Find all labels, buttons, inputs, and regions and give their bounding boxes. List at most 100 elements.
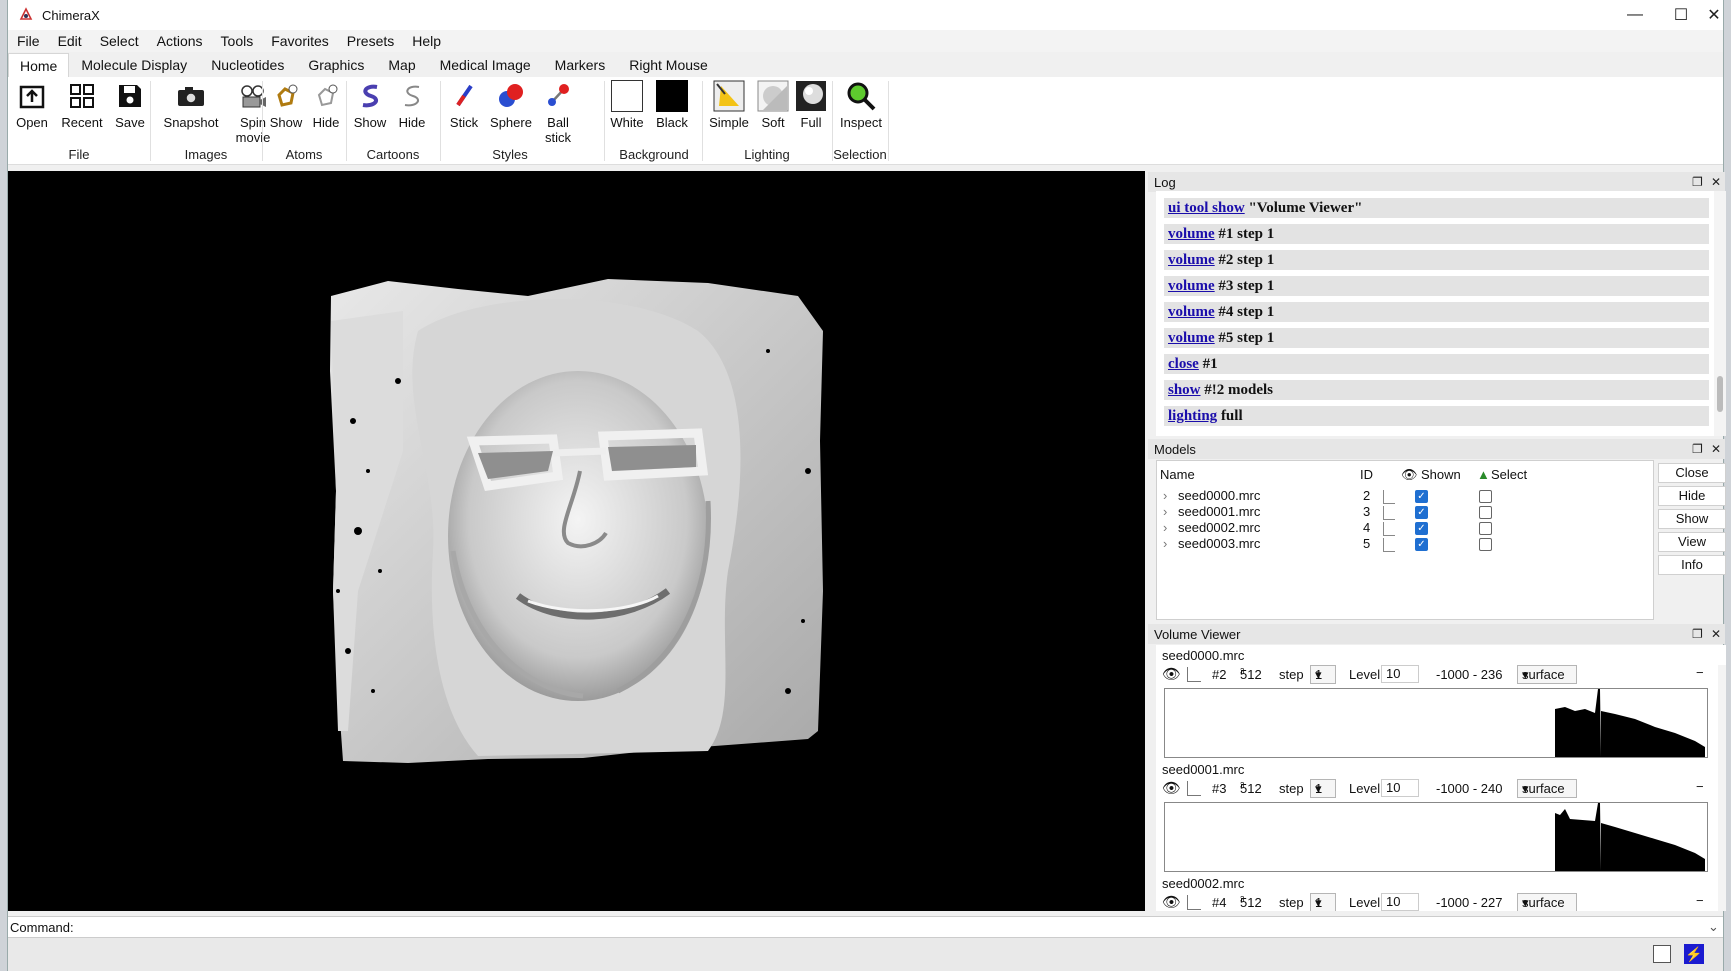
menu-tools[interactable]: Tools: [212, 33, 263, 49]
select-checkbox[interactable]: [1479, 490, 1492, 503]
style-dropdown[interactable]: surface ▾: [1517, 779, 1577, 798]
select-checkbox[interactable]: [1479, 522, 1492, 535]
volume-viewer-float-icon[interactable]: ❐: [1692, 627, 1703, 641]
color-swatch[interactable]: [1383, 522, 1395, 536]
tab-home[interactable]: Home: [8, 53, 70, 77]
log-scrollbar[interactable]: [1714, 191, 1726, 436]
menu-favorites[interactable]: Favorites: [262, 33, 338, 49]
tab-right-mouse[interactable]: Right Mouse: [617, 52, 720, 77]
minimize-button[interactable]: —: [1612, 0, 1658, 30]
atoms-hide-button[interactable]: Hide: [308, 79, 344, 130]
models-info-button[interactable]: Info: [1658, 555, 1726, 575]
tab-markers[interactable]: Markers: [543, 52, 618, 77]
sphere-button[interactable]: Sphere: [488, 79, 534, 130]
close-window-button[interactable]: ✕: [1704, 0, 1724, 30]
expand-chevron-icon[interactable]: ›: [1163, 504, 1167, 519]
color-swatch[interactable]: [1383, 506, 1395, 520]
color-swatch[interactable]: [1187, 895, 1201, 910]
models-view-button[interactable]: View: [1658, 532, 1726, 552]
background-black-button[interactable]: Black: [652, 79, 692, 130]
expand-chevron-icon[interactable]: ›: [1163, 520, 1167, 535]
shown-checkbox[interactable]: ✓: [1415, 506, 1428, 519]
shown-checkbox[interactable]: ✓: [1415, 538, 1428, 551]
tab-map[interactable]: Map: [376, 52, 427, 77]
log-command-link[interactable]: lighting: [1168, 408, 1217, 424]
volume-viewer-scrollbar[interactable]: [1718, 665, 1726, 911]
shown-checkbox[interactable]: ✓: [1415, 522, 1428, 535]
eye-icon[interactable]: 👁: [1162, 779, 1181, 797]
histogram[interactable]: [1164, 688, 1708, 758]
log-command-link[interactable]: volume: [1168, 330, 1215, 346]
graphics-lightning-icon[interactable]: ⚡: [1684, 944, 1704, 964]
command-history-chevron-icon[interactable]: ⌄: [1708, 919, 1719, 935]
menu-presets[interactable]: Presets: [338, 33, 403, 49]
command-input[interactable]: [74, 918, 1704, 936]
snapshot-button[interactable]: Snapshot: [158, 79, 224, 130]
maximize-button[interactable]: ☐: [1658, 0, 1704, 30]
collapse-icon[interactable]: −: [1696, 779, 1704, 794]
table-row[interactable]: › seed0001.mrc 3 ✓: [1157, 504, 1653, 521]
cartoons-show-button[interactable]: Show: [352, 79, 388, 130]
lighting-full-button[interactable]: Full: [794, 79, 828, 130]
tab-graphics[interactable]: Graphics: [296, 52, 376, 77]
menu-file[interactable]: File: [8, 33, 49, 49]
atoms-show-button[interactable]: Show: [268, 79, 304, 130]
tab-nucleotides[interactable]: Nucleotides: [199, 52, 296, 77]
select-checkbox[interactable]: [1479, 538, 1492, 551]
select-checkbox[interactable]: [1479, 506, 1492, 519]
level-input[interactable]: 10: [1381, 893, 1419, 911]
eye-icon[interactable]: 👁: [1162, 893, 1181, 911]
inspect-button[interactable]: Inspect: [838, 79, 884, 130]
log-command-link[interactable]: volume: [1168, 304, 1215, 320]
collapse-icon[interactable]: −: [1696, 893, 1704, 908]
log-float-icon[interactable]: ❐: [1692, 175, 1703, 189]
color-swatch[interactable]: [1383, 490, 1395, 504]
models-close-icon[interactable]: ✕: [1711, 442, 1721, 456]
open-button[interactable]: Open: [14, 79, 50, 130]
tab-medical-image[interactable]: Medical Image: [428, 52, 543, 77]
table-row[interactable]: › seed0002.mrc 4 ✓: [1157, 520, 1653, 537]
color-swatch[interactable]: [1187, 667, 1201, 682]
histogram[interactable]: [1164, 802, 1708, 872]
models-float-icon[interactable]: ❐: [1692, 442, 1703, 456]
log-close-icon[interactable]: ✕: [1711, 175, 1721, 189]
log-command-link[interactable]: close: [1168, 356, 1199, 372]
menu-select[interactable]: Select: [91, 33, 148, 49]
menu-edit[interactable]: Edit: [49, 33, 91, 49]
shown-checkbox[interactable]: ✓: [1415, 490, 1428, 503]
table-row[interactable]: › seed0000.mrc 2 ✓: [1157, 488, 1653, 505]
color-swatch[interactable]: [1187, 781, 1201, 796]
step-dropdown[interactable]: 1 ▾: [1310, 779, 1336, 798]
collapse-icon[interactable]: −: [1696, 665, 1704, 680]
style-dropdown[interactable]: surface ▾: [1517, 665, 1577, 684]
menu-actions[interactable]: Actions: [148, 33, 212, 49]
log-command-link[interactable]: ui tool show: [1168, 200, 1245, 216]
expand-chevron-icon[interactable]: ›: [1163, 536, 1167, 551]
save-button[interactable]: Save: [112, 79, 148, 130]
models-close-button[interactable]: Close: [1658, 463, 1726, 483]
ball-stick-button[interactable]: Ball stick: [540, 79, 576, 145]
table-row[interactable]: › seed0003.mrc 5 ✓: [1157, 536, 1653, 553]
background-white-button[interactable]: White: [608, 79, 646, 130]
expand-chevron-icon[interactable]: ›: [1163, 488, 1167, 503]
menu-help[interactable]: Help: [403, 33, 450, 49]
style-dropdown[interactable]: surface ▾: [1517, 893, 1577, 911]
log-command-link[interactable]: volume: [1168, 226, 1215, 242]
lighting-simple-button[interactable]: Simple: [708, 79, 750, 130]
models-show-button[interactable]: Show: [1658, 509, 1726, 529]
log-command-link[interactable]: show: [1168, 382, 1201, 398]
eye-icon[interactable]: 👁: [1162, 665, 1181, 683]
cartoons-hide-button[interactable]: Hide: [394, 79, 430, 130]
log-command-link[interactable]: volume: [1168, 278, 1215, 294]
models-hide-button[interactable]: Hide: [1658, 486, 1726, 506]
level-input[interactable]: 10: [1381, 779, 1419, 797]
log-command-link[interactable]: volume: [1168, 252, 1215, 268]
stick-button[interactable]: Stick: [446, 79, 482, 130]
select-mode-icon[interactable]: [1653, 945, 1671, 963]
tab-molecule-display[interactable]: Molecule Display: [69, 52, 199, 77]
color-swatch[interactable]: [1383, 538, 1395, 552]
step-dropdown[interactable]: 1 ▾: [1310, 665, 1336, 684]
step-dropdown[interactable]: 1 ▾: [1310, 893, 1336, 911]
volume-viewer-close-icon[interactable]: ✕: [1711, 627, 1721, 641]
level-input[interactable]: 10: [1381, 665, 1419, 683]
